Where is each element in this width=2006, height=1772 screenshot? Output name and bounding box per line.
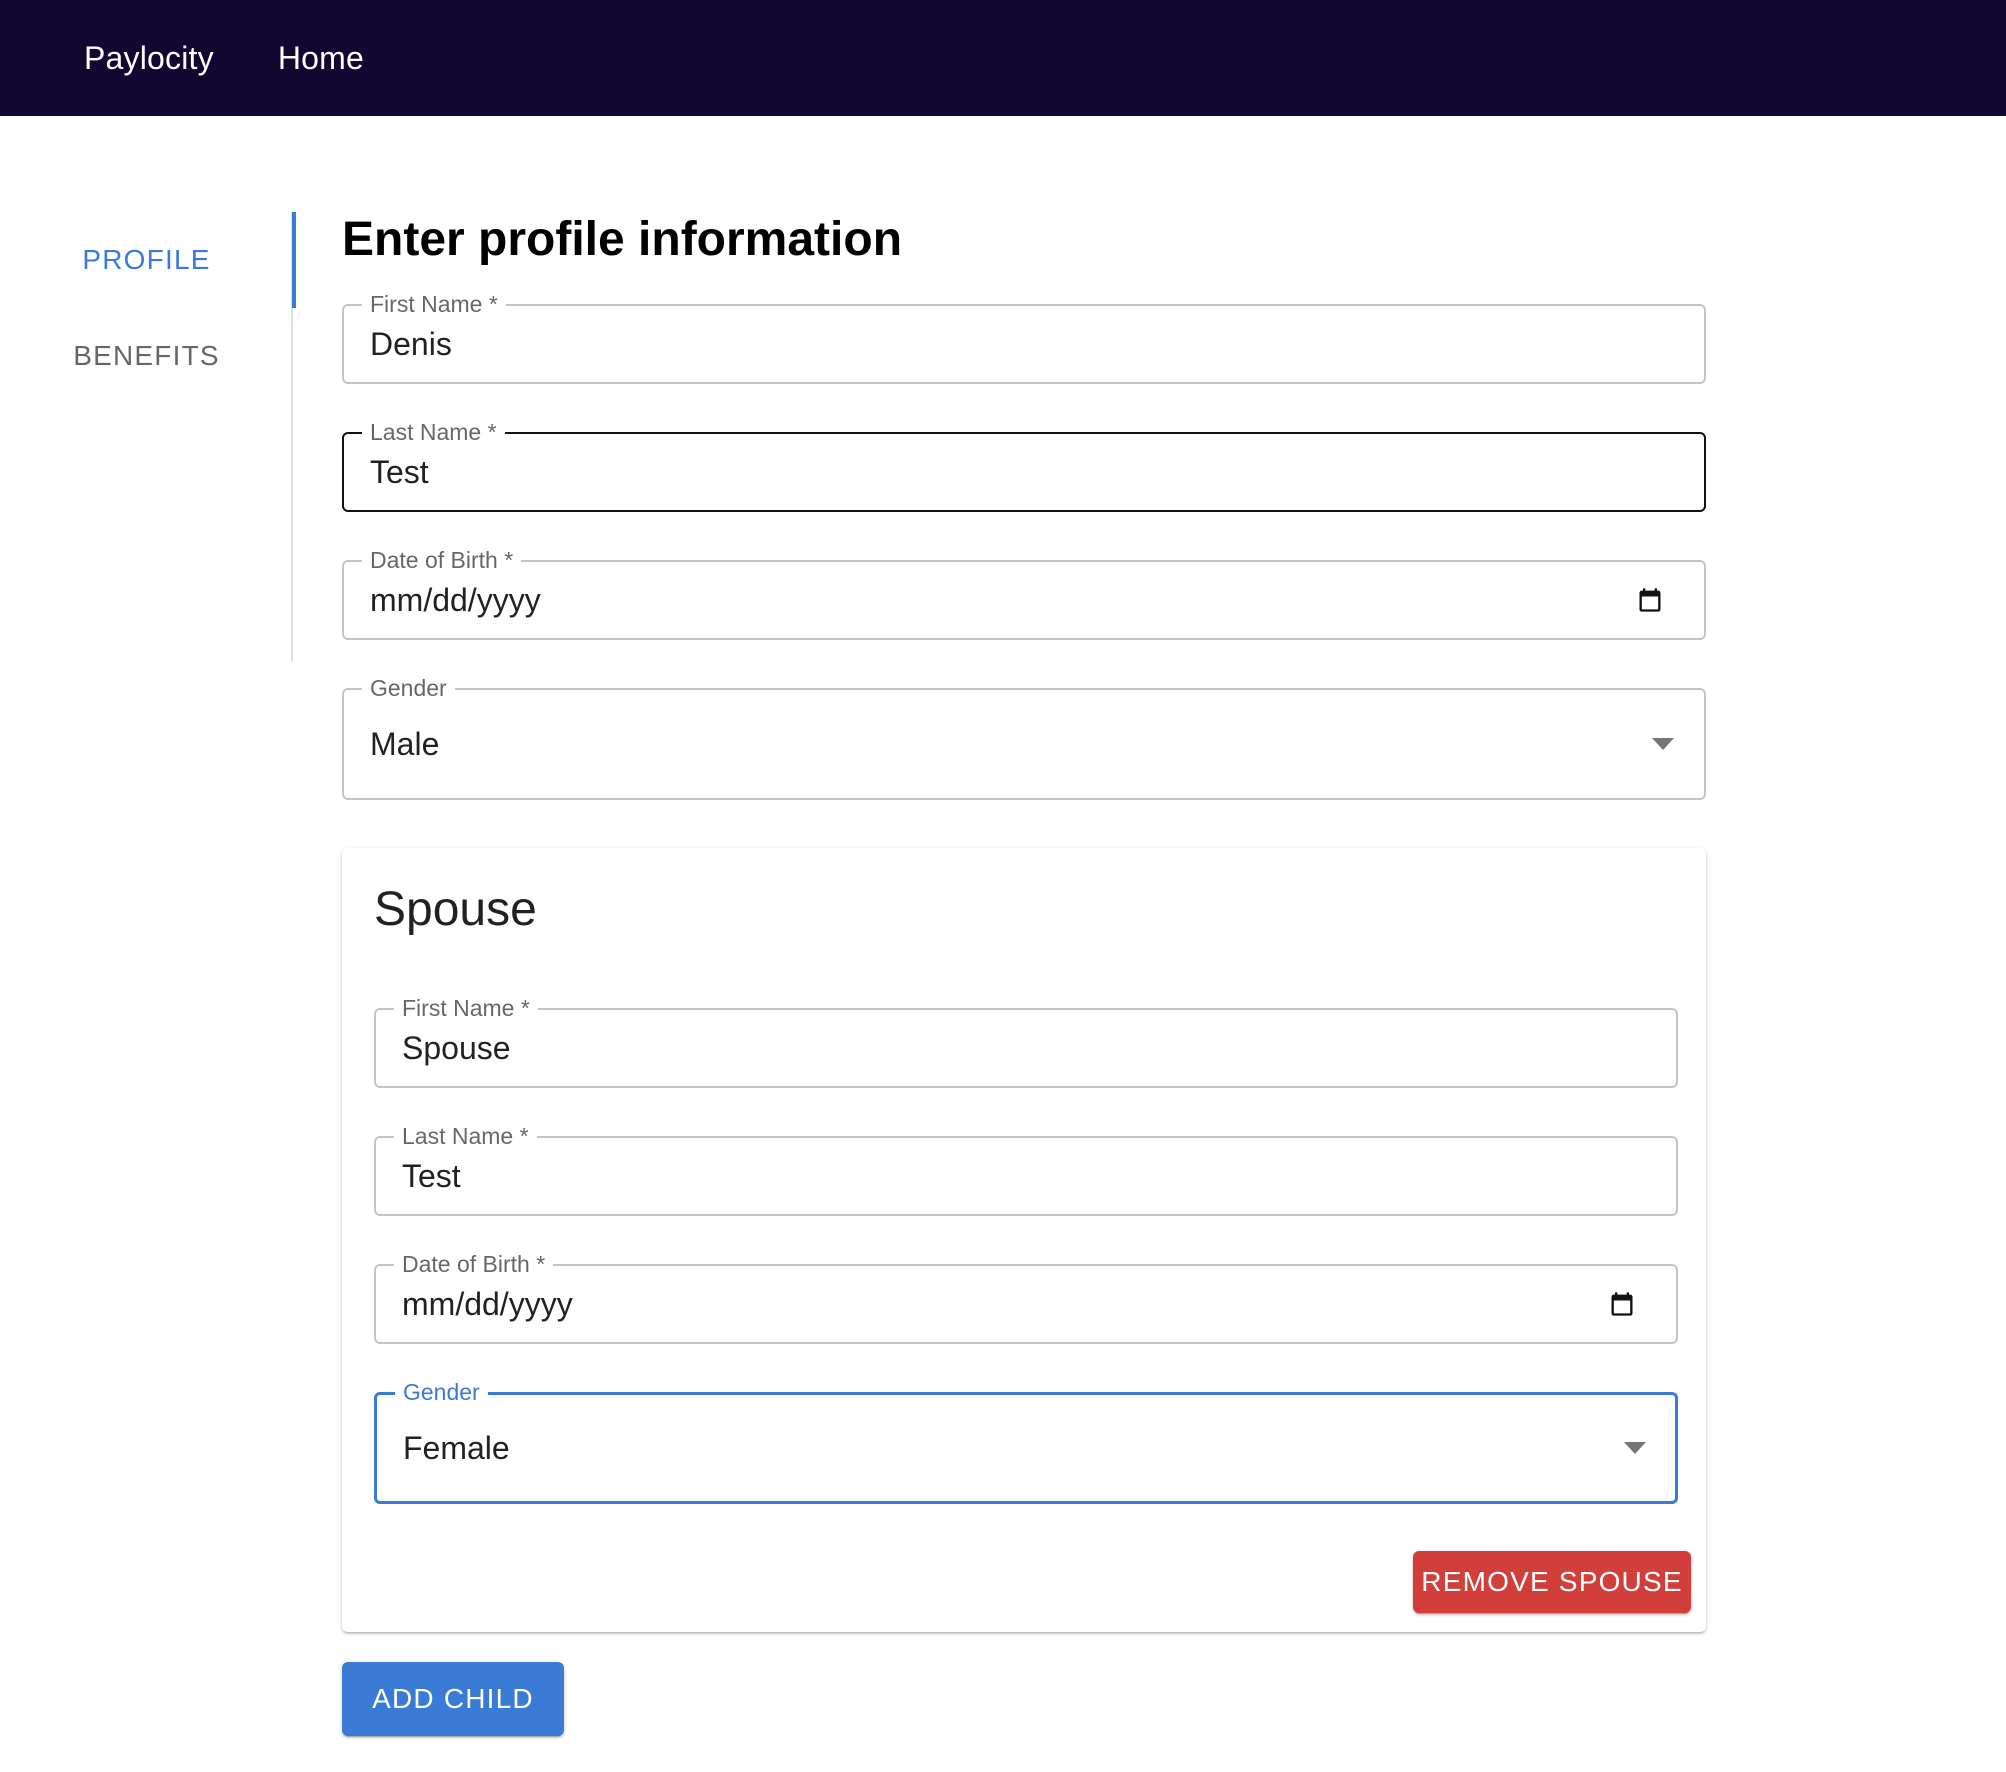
spouse-title: Spouse: [374, 883, 537, 936]
spouse-card: Spouse First Name * Spouse Last Name * T…: [342, 848, 1706, 1632]
date-of-birth-value: mm/dd/yyyy: [370, 581, 541, 618]
remove-spouse-button[interactable]: REMOVE SPOUSE: [1413, 1551, 1691, 1613]
add-child-button[interactable]: ADD CHILD: [342, 1662, 564, 1736]
profile-tabs: PROFILE BENEFITS: [0, 212, 296, 662]
dropdown-arrow-icon: [1624, 1442, 1646, 1454]
spouse-gender-select[interactable]: Gender Female: [374, 1378, 1678, 1504]
active-tab-indicator: [292, 212, 296, 308]
tab-profile-label: PROFILE: [82, 244, 211, 275]
home-link[interactable]: Home: [278, 40, 364, 77]
date-of-birth-field[interactable]: Date of Birth * mm/dd/yyyy: [342, 546, 1706, 640]
page-title: Enter profile information: [342, 213, 903, 266]
spouse-last-name-value: Test: [402, 1157, 461, 1194]
first-name-field[interactable]: First Name * Denis: [342, 290, 1706, 384]
gender-select[interactable]: Gender Male: [342, 674, 1706, 800]
top-app-bar: Paylocity Home: [0, 0, 2006, 116]
last-name-value: Test: [370, 453, 429, 490]
last-name-field[interactable]: Last Name * Test: [342, 418, 1706, 512]
tab-benefits[interactable]: BENEFITS: [0, 308, 293, 404]
brand-link[interactable]: Paylocity: [84, 40, 214, 77]
gender-value: Male: [370, 725, 440, 762]
spouse-gender-value: Female: [403, 1429, 510, 1466]
spouse-date-of-birth-value: mm/dd/yyyy: [402, 1285, 573, 1322]
spouse-first-name-value: Spouse: [402, 1029, 511, 1066]
calendar-icon[interactable]: [1636, 586, 1664, 614]
calendar-icon[interactable]: [1608, 1290, 1636, 1318]
spouse-date-of-birth-field[interactable]: Date of Birth * mm/dd/yyyy: [374, 1250, 1678, 1344]
dropdown-arrow-icon: [1652, 738, 1674, 750]
tab-profile[interactable]: PROFILE: [0, 212, 296, 308]
first-name-value: Denis: [370, 325, 452, 362]
spouse-first-name-field[interactable]: First Name * Spouse: [374, 994, 1678, 1088]
spouse-last-name-field[interactable]: Last Name * Test: [374, 1122, 1678, 1216]
tab-benefits-label: BENEFITS: [73, 340, 220, 371]
